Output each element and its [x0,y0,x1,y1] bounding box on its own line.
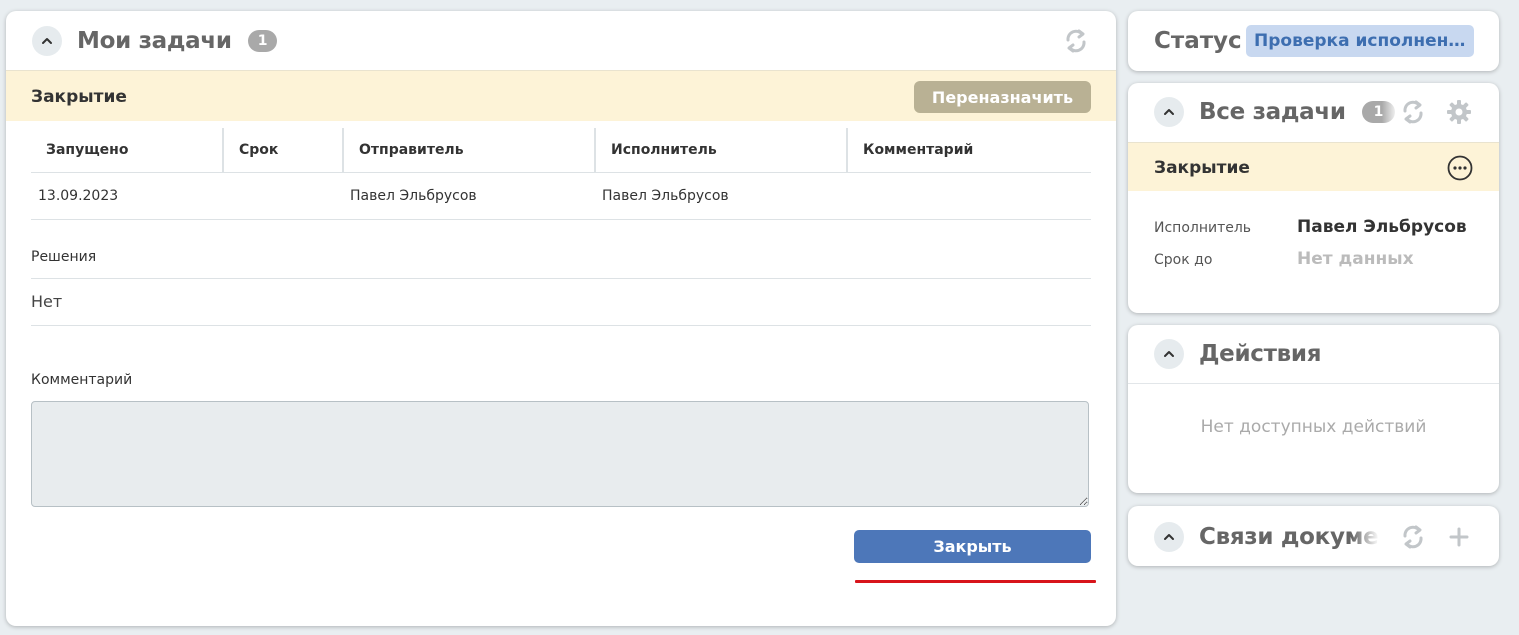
refresh-icon [1403,100,1423,124]
cell-started: 13.09.2023 [31,172,223,220]
column-header-comment: Комментарий [846,128,1091,173]
executor-value: Павел Эльбрусов [1297,217,1467,237]
decisions-divider [31,278,1091,279]
cell-sender: Павел Эльбрусов [343,172,595,220]
all-tasks-panel: Все задачи 1 Закрытие Исполнитель Павел … [1128,83,1499,313]
refresh-links-button[interactable] [1399,523,1427,551]
chevron-up-icon [42,38,52,44]
chevron-up-icon [1164,351,1174,357]
chevron-up-icon [1164,109,1174,115]
refresh-icon [1403,525,1423,549]
gear-icon [1447,100,1471,124]
status-badge: Проверка исполнения [1246,25,1474,57]
decisions-value: Нет [31,292,63,311]
table-row: 13.09.2023 Павел Эльбрусов Павел Эльбрус… [31,172,1091,220]
deadline-label: Срок до [1154,252,1213,268]
collapse-my-tasks-button[interactable] [32,26,62,56]
task-history-table: Запущено Срок Отправитель Исполнитель Ко… [31,128,1091,220]
refresh-all-tasks-button[interactable] [1399,98,1427,126]
my-tasks-title: Мои задачи [77,28,232,54]
column-header-started: Запущено [31,128,223,173]
settings-all-tasks-button[interactable] [1445,98,1473,126]
collapse-all-tasks-button[interactable] [1154,97,1184,127]
actions-panel: Действия Нет доступных действий [1128,325,1499,493]
more-horizontal-icon [1447,155,1473,181]
all-tasks-task-bar[interactable]: Закрытие [1128,142,1499,191]
plus-icon [1449,527,1469,547]
status-panel: Статус Проверка исполнения [1128,11,1499,71]
current-task-bar: Закрытие Переназначить [6,70,1116,121]
actions-divider [1128,383,1499,384]
all-tasks-task-title: Закрытие [1154,158,1250,178]
refresh-icon [1066,29,1086,53]
all-tasks-header: Все задачи 1 [1154,96,1473,128]
all-tasks-title: Все задачи [1199,99,1346,125]
task-more-button[interactable] [1447,155,1473,181]
all-tasks-count-badge: 1 [1361,101,1396,123]
add-link-button[interactable] [1445,523,1473,551]
column-header-sender: Отправитель [342,128,595,173]
no-actions-text: Нет доступных действий [1200,417,1427,437]
document-links-header: Связи документа [1154,521,1473,553]
collapse-links-button[interactable] [1154,522,1184,552]
cell-comment [847,172,1091,220]
comment-textarea[interactable] [31,401,1089,507]
decisions-label: Решения [31,249,97,265]
column-header-deadline: Срок [222,128,343,173]
document-links-panel: Связи документа [1128,506,1499,566]
status-label: Статус [1154,28,1242,54]
chevron-up-icon [1164,534,1174,540]
actions-header: Действия [1154,338,1473,370]
cell-executor: Павел Эльбрусов [595,172,847,220]
refresh-my-tasks-button[interactable] [1062,27,1090,55]
current-task-title: Закрытие [31,87,127,107]
close-task-button[interactable]: Закрыть [854,530,1091,563]
reassign-button[interactable]: Переназначить [914,81,1091,113]
cell-deadline [223,172,343,220]
my-tasks-panel: Мои задачи 1 Закрытие Переназначить Запу… [6,11,1116,626]
decisions-bottom-divider [31,325,1091,326]
document-links-title: Связи документа [1199,524,1379,550]
my-tasks-header: Мои задачи 1 [32,25,1090,57]
column-header-executor: Исполнитель [594,128,847,173]
comment-label: Комментарий [31,372,133,388]
actions-title: Действия [1199,341,1322,367]
deadline-value: Нет данных [1297,249,1414,269]
collapse-actions-button[interactable] [1154,339,1184,369]
my-tasks-count-badge: 1 [247,30,278,52]
executor-label: Исполнитель [1154,220,1252,236]
highlight-underline [855,580,1096,583]
table-header-row: Запущено Срок Отправитель Исполнитель Ко… [31,128,1091,173]
